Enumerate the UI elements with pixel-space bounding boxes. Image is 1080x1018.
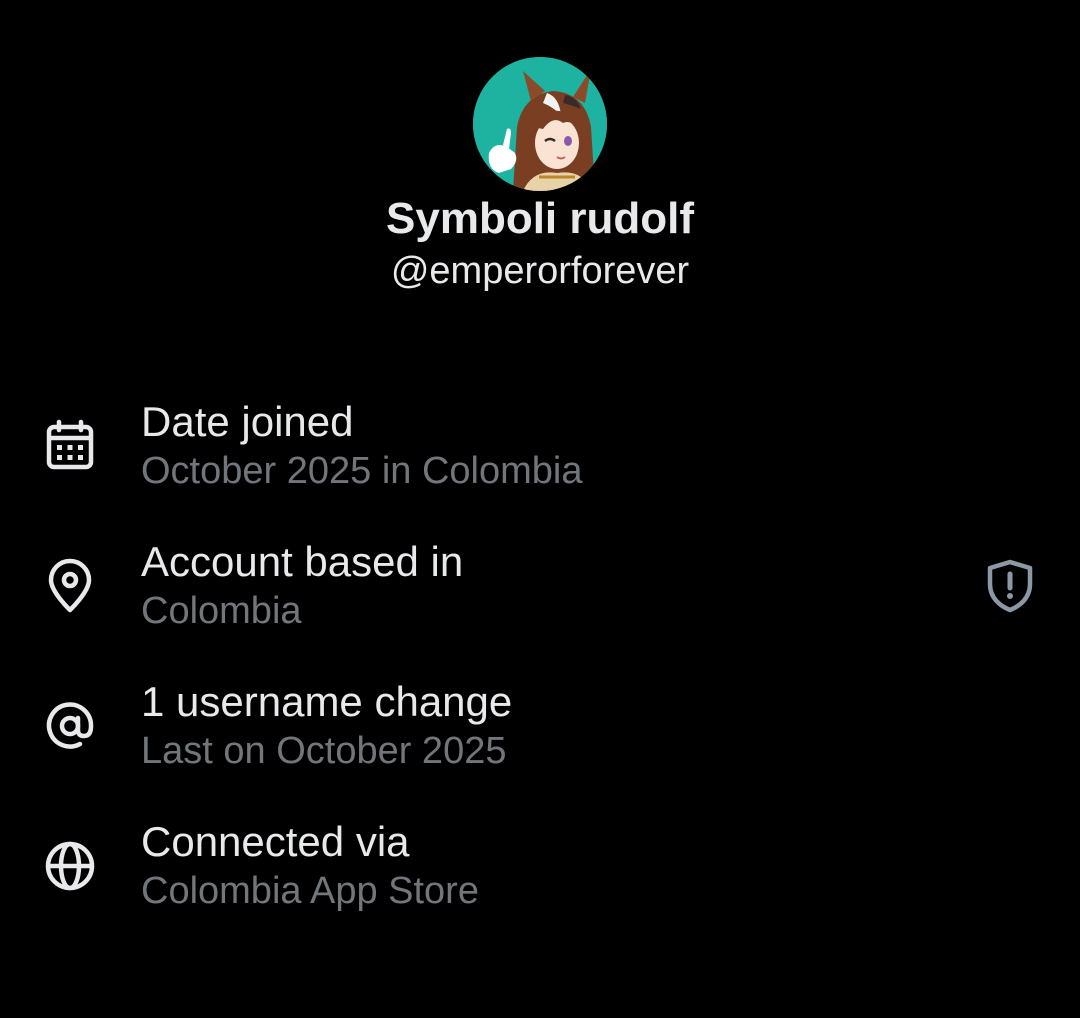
at-sign-icon	[40, 696, 100, 756]
shield-alert-icon[interactable]	[980, 556, 1040, 616]
about-item-username-change: 1 username change Last on October 2025	[0, 676, 1080, 786]
location-pin-icon	[40, 556, 100, 616]
about-item-date-joined: Date joined October 2025 in Colombia	[0, 396, 1080, 506]
globe-icon	[40, 836, 100, 896]
about-item-subtitle: Colombia App Store	[141, 870, 479, 912]
about-item-title: 1 username change	[141, 678, 513, 725]
calendar-icon	[40, 416, 100, 476]
about-item-connected-via: Connected via Colombia App Store	[0, 816, 1080, 926]
anime-character-avatar-image	[473, 57, 607, 191]
about-item-account-based-in: Account based in Colombia	[0, 536, 1080, 646]
about-item-title: Account based in	[141, 538, 464, 585]
about-item-subtitle: October 2025 in Colombia	[141, 450, 583, 492]
about-item-subtitle: Last on October 2025	[141, 730, 507, 772]
about-item-title: Connected via	[141, 818, 410, 865]
username-handle: @emperorforever	[390, 250, 690, 292]
avatar[interactable]	[473, 57, 607, 191]
about-item-title: Date joined	[141, 398, 354, 445]
display-name: Symboli rudolf	[386, 194, 694, 243]
about-item-subtitle: Colombia	[141, 590, 302, 632]
